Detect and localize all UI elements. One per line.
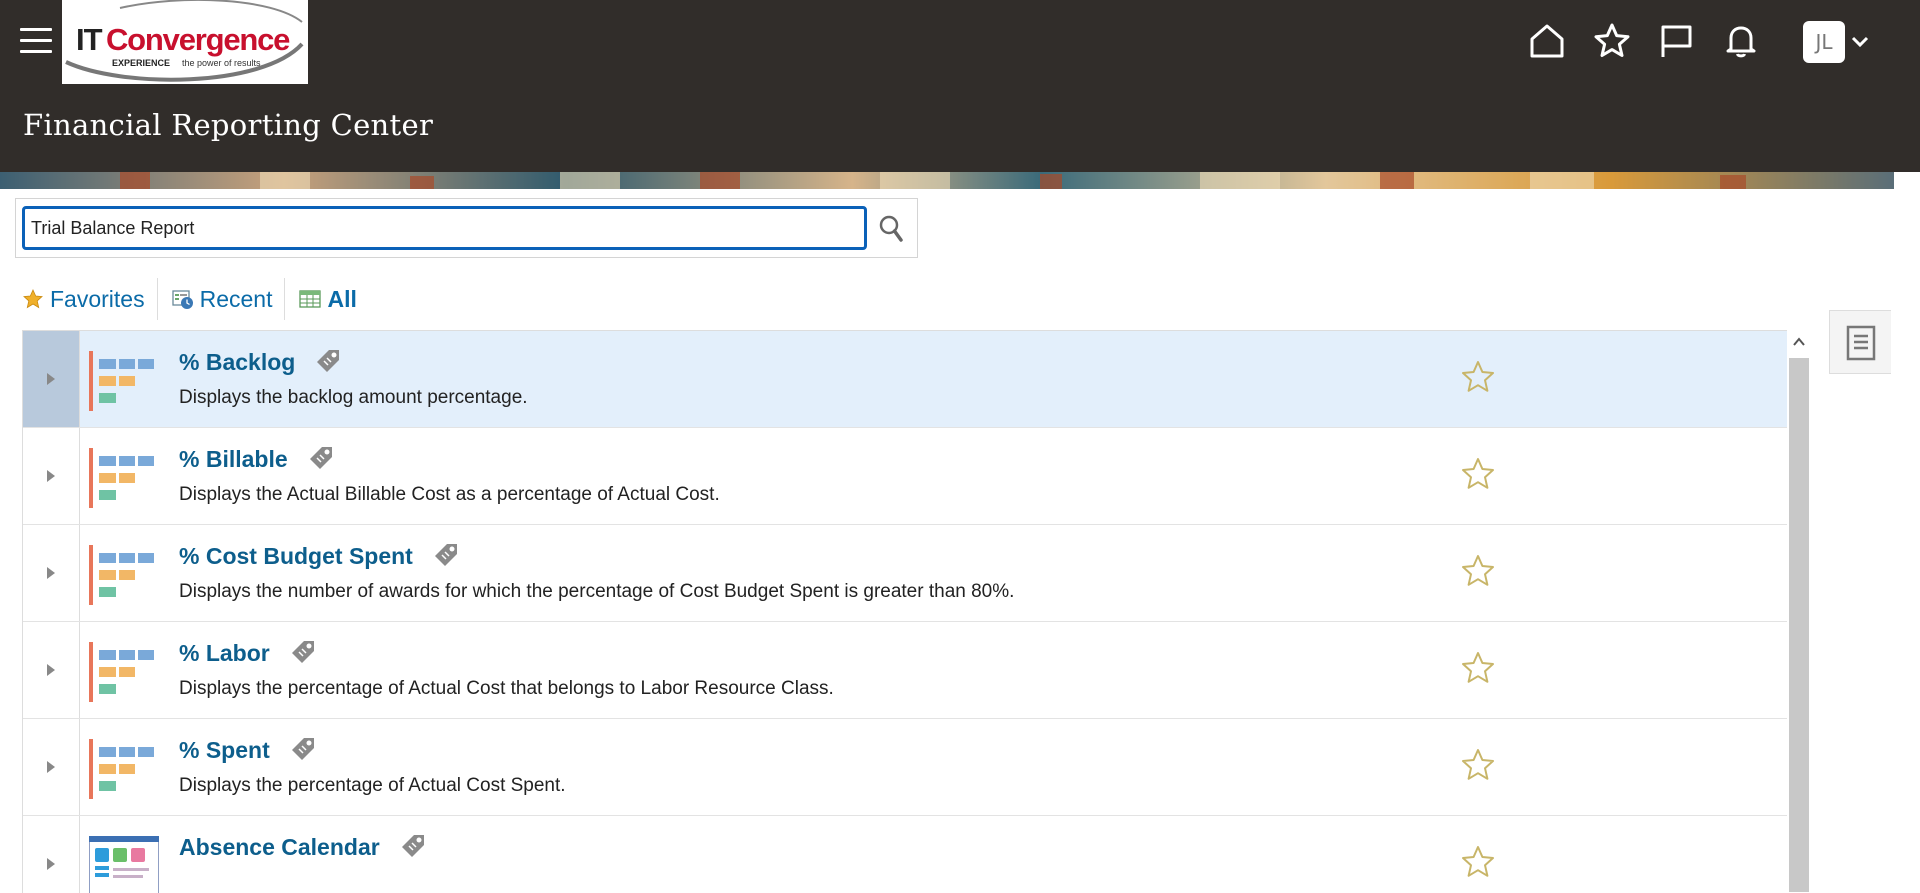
tab-favorites[interactable]: Favorites (22, 278, 145, 320)
recent-icon (171, 288, 194, 310)
favorite-star-icon[interactable] (1460, 553, 1496, 589)
svg-text:IT: IT (76, 22, 103, 57)
item-description: Displays the percentage of Actual Cost S… (179, 775, 566, 796)
item-title[interactable]: % Labor (179, 640, 316, 668)
tab-all[interactable]: All (299, 278, 357, 320)
divider (284, 278, 286, 320)
item-title[interactable]: % Cost Budget Spent (179, 543, 459, 571)
search-panel (15, 198, 918, 258)
list-item[interactable]: % Backlog Displays the backlog amount pe… (23, 331, 1789, 428)
tag-icon[interactable] (433, 542, 459, 568)
dashboard-icon (88, 835, 160, 893)
star-icon (22, 288, 44, 310)
company-logo[interactable]: IT Convergence EXPERIENCE the power of r… (62, 0, 308, 84)
favorite-star-icon[interactable] (1460, 747, 1496, 783)
expand-row-icon[interactable] (23, 428, 80, 524)
user-avatar[interactable]: JL (1803, 21, 1845, 63)
tab-label: Recent (199, 285, 273, 312)
tag-icon[interactable] (400, 833, 426, 859)
side-panel-toggle[interactable] (1829, 310, 1891, 374)
app-header: IT Convergence EXPERIENCE the power of r… (0, 0, 1920, 172)
chevron-down-icon[interactable] (1850, 32, 1870, 52)
list-item[interactable]: % Spent Displays the percentage of Actua… (23, 719, 1789, 816)
list-item[interactable]: % Cost Budget Spent Displays the number … (23, 525, 1789, 622)
list-item[interactable]: % Billable Displays the Actual Billable … (23, 428, 1789, 525)
home-icon[interactable] (1528, 22, 1566, 60)
list-scrollbar[interactable] (1787, 330, 1811, 892)
view-tabs: Favorites Recent All (22, 278, 357, 320)
document-icon (1846, 325, 1876, 361)
item-title[interactable]: Absence Calendar (179, 834, 426, 862)
svg-text:the power of results: the power of results (182, 58, 261, 68)
tab-label: All (327, 285, 357, 312)
search-icon[interactable] (874, 211, 910, 247)
kpi-icon (89, 448, 155, 508)
divider (156, 278, 158, 320)
favorite-star-icon[interactable] (1460, 456, 1496, 492)
item-title[interactable]: % Spent (179, 737, 316, 765)
tag-icon[interactable] (290, 736, 316, 762)
kpi-icon (89, 642, 155, 702)
scrollbar-thumb[interactable] (1789, 358, 1809, 892)
kpi-icon (89, 739, 155, 799)
favorite-star-icon[interactable] (1460, 359, 1496, 395)
tab-label: Favorites (50, 285, 145, 312)
favorite-star-icon[interactable] (1460, 844, 1496, 880)
favorites-star-icon[interactable] (1593, 22, 1631, 60)
item-title[interactable]: % Backlog (179, 349, 341, 377)
kpi-icon (89, 351, 155, 411)
item-description: Displays the number of awards for which … (179, 581, 1015, 602)
search-input[interactable] (22, 206, 867, 250)
bell-icon[interactable] (1722, 22, 1760, 60)
grid-icon (299, 288, 322, 310)
tag-icon[interactable] (290, 639, 316, 665)
tag-icon[interactable] (315, 348, 341, 374)
svg-text:EXPERIENCE: EXPERIENCE (112, 58, 170, 68)
decorative-banner (0, 172, 1894, 189)
list-item[interactable]: Absence Calendar (23, 816, 1789, 893)
item-description: Displays the backlog amount percentage. (179, 387, 528, 408)
expand-row-icon[interactable] (23, 331, 80, 427)
page-title: Financial Reporting Center (23, 108, 434, 142)
expand-row-icon[interactable] (23, 525, 80, 621)
navigator-menu-icon[interactable] (20, 28, 52, 56)
flag-icon[interactable] (1657, 22, 1695, 60)
scroll-up-icon[interactable] (1791, 334, 1807, 350)
kpi-icon (89, 545, 155, 605)
svg-text:Convergence: Convergence (106, 22, 290, 57)
tag-icon[interactable] (308, 445, 334, 471)
report-list: % Backlog Displays the backlog amount pe… (22, 330, 1789, 893)
item-description: Displays the percentage of Actual Cost t… (179, 678, 834, 699)
tab-recent[interactable]: Recent (171, 278, 273, 320)
list-item[interactable]: % Labor Displays the percentage of Actua… (23, 622, 1789, 719)
item-description: Displays the Actual Billable Cost as a p… (179, 484, 720, 505)
expand-row-icon[interactable] (23, 719, 80, 815)
item-title[interactable]: % Billable (179, 446, 334, 474)
expand-row-icon[interactable] (23, 622, 80, 718)
expand-row-icon[interactable] (23, 816, 80, 893)
favorite-star-icon[interactable] (1460, 650, 1496, 686)
